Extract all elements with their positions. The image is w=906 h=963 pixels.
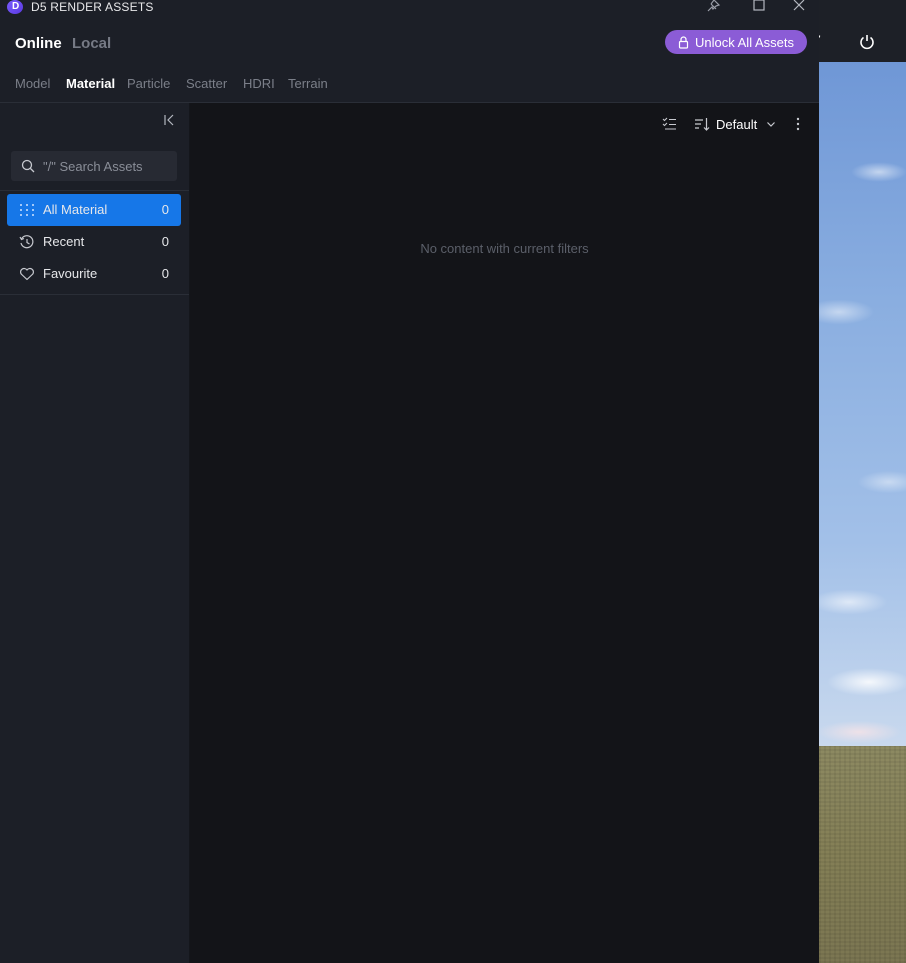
sidebar-item-count: 0 [161,266,169,281]
sidebar-item-label: All Material [43,202,108,217]
heart-icon [19,267,35,281]
tab-model[interactable]: Model [15,76,50,91]
sidebar-item-label: Recent [43,234,85,249]
tab-material[interactable]: Material [66,76,115,91]
sidebar-item-recent[interactable]: Recent 0 [7,226,181,258]
sidebar: All Material 0 Recent 0 Favourite 0 [0,103,190,963]
tab-hdri[interactable]: HDRI [243,76,275,91]
sidebar-item-count: 0 [161,234,169,249]
sidebar-divider [0,190,189,191]
sort-label: Default [716,116,758,132]
unlock-label: Unlock All Assets [695,34,794,50]
search-icon [21,159,35,173]
search-box[interactable] [11,151,177,181]
close-icon[interactable] [790,0,808,14]
viewport-partial-label: 7 [819,32,821,48]
window-title: D5 RENDER ASSETS [31,0,154,14]
tab-online[interactable]: Online [15,35,62,52]
pin-icon[interactable] [704,0,722,14]
maximize-icon[interactable] [750,0,768,14]
asset-content-area: Default No content with current filters [190,103,819,963]
lock-icon [678,35,689,49]
d5-logo: D [7,0,23,14]
tab-local[interactable]: Local [72,35,111,52]
sort-icon [694,116,710,132]
tab-terrain[interactable]: Terrain [288,76,328,91]
empty-state-message: No content with current filters [420,241,589,256]
unlock-all-assets-button[interactable]: Unlock All Assets [665,30,807,54]
sidebar-item-count: 0 [161,202,169,217]
search-input[interactable] [43,151,171,181]
more-options-icon[interactable] [790,116,806,132]
sort-dropdown[interactable]: Default [694,114,777,134]
sky-scene [819,62,906,746]
power-icon[interactable] [857,32,877,52]
grid-dots-icon [19,203,35,217]
ground-scene [819,746,906,963]
sidebar-item-favourite[interactable]: Favourite 0 [7,258,181,290]
viewport-toolbar: 7 [819,0,906,62]
sidebar-divider [0,294,189,295]
sidebar-item-label: Favourite [43,266,98,281]
sidebar-item-all-material[interactable]: All Material 0 [7,194,181,226]
render-viewport[interactable]: 7 [819,0,906,963]
assets-panel: D D5 RENDER ASSETS Online Local Unlock A… [0,0,819,963]
tab-scatter[interactable]: Scatter [186,76,227,91]
title-bar: D D5 RENDER ASSETS [0,0,819,22]
tab-particle[interactable]: Particle [127,76,170,91]
collapse-sidebar-icon[interactable] [162,113,176,127]
chevron-down-icon [765,118,777,130]
history-icon [19,235,35,249]
filter-list-icon[interactable] [662,116,678,132]
